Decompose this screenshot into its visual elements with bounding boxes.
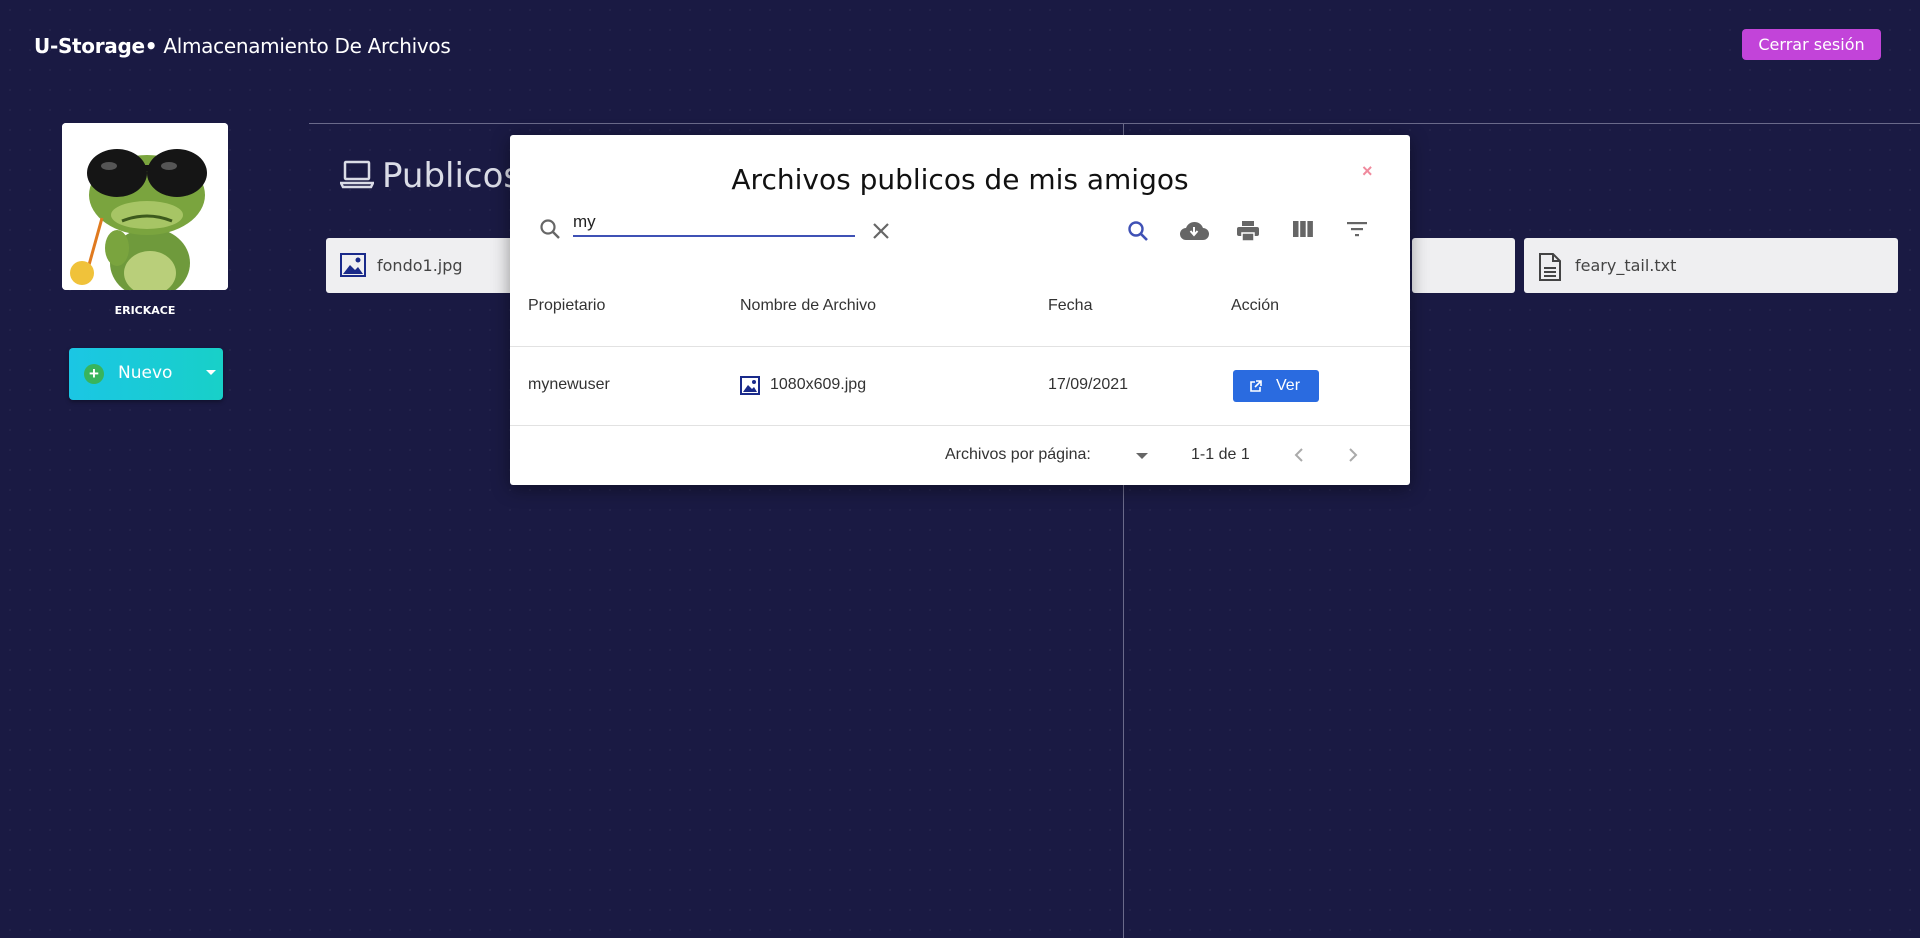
- pagination-range: 1-1 de 1: [1191, 446, 1250, 463]
- cell-owner: mynewuser: [528, 376, 610, 393]
- print-icon[interactable]: [1236, 220, 1260, 242]
- file-card-partial[interactable]: [1412, 238, 1515, 293]
- logout-button[interactable]: Cerrar sesión: [1742, 29, 1881, 60]
- text-file-icon: [1539, 253, 1561, 281]
- row-divider: [510, 346, 1410, 347]
- open-external-icon: [1250, 380, 1262, 392]
- column-header-owner[interactable]: Propietario: [528, 297, 605, 315]
- plus-icon: +: [84, 364, 104, 384]
- modal-title: Archivos publicos de mis amigos: [731, 163, 1189, 196]
- column-header-date[interactable]: Fecha: [1048, 297, 1092, 315]
- section-title: Publicos: [338, 156, 522, 196]
- view-file-label: Ver: [1276, 377, 1301, 394]
- file-card[interactable]: feary_tail.txt: [1524, 238, 1898, 293]
- file-name: fondo1.jpg: [377, 256, 463, 275]
- image-file-icon: [740, 376, 760, 395]
- brand-subtitle: Almacenamiento De Archivos: [163, 34, 451, 58]
- cell-filename: 1080x609.jpg: [770, 376, 867, 393]
- avatar: [62, 123, 228, 290]
- close-icon[interactable]: ×: [1362, 161, 1373, 182]
- chevron-right-icon[interactable]: [1347, 445, 1359, 465]
- search-icon[interactable]: [1127, 220, 1149, 242]
- cloud-download-icon[interactable]: [1179, 220, 1209, 242]
- chevron-down-icon[interactable]: [206, 370, 216, 375]
- chevron-left-icon[interactable]: [1293, 445, 1305, 465]
- clear-icon[interactable]: [872, 222, 890, 240]
- filter-icon[interactable]: [1346, 220, 1368, 238]
- file-name: feary_tail.txt: [1575, 256, 1677, 275]
- view-file-button[interactable]: Ver: [1233, 370, 1319, 402]
- username-label: ERICKACE: [114, 304, 176, 317]
- app-brand: U-Storage• Almacenamiento De Archivos: [34, 34, 451, 58]
- brand-name: U-Storage: [34, 34, 145, 58]
- brand-bullet: •: [144, 34, 158, 58]
- cell-date: 17/09/2021: [1048, 376, 1129, 393]
- column-header-filename[interactable]: Nombre de Archivo: [740, 297, 876, 315]
- view-column-icon[interactable]: [1292, 220, 1314, 238]
- file-card[interactable]: fondo1.jpg: [326, 238, 526, 293]
- search-icon: [540, 219, 560, 239]
- new-button[interactable]: + Nuevo: [69, 348, 223, 400]
- divider-horizontal: [309, 123, 1920, 124]
- table-footer-divider: [510, 425, 1410, 426]
- rows-per-page-label: Archivos por página:: [945, 446, 1091, 463]
- laptop-icon: [338, 160, 376, 189]
- rows-per-page-select[interactable]: [1136, 453, 1148, 459]
- image-file-icon: [340, 253, 366, 277]
- column-header-action: Acción: [1231, 297, 1280, 314]
- search-input[interactable]: [573, 209, 855, 237]
- new-button-label: Nuevo: [118, 363, 173, 383]
- friends-public-files-modal: Archivos publicos de mis amigos × Propie…: [510, 135, 1410, 485]
- section-title-text: Publicos: [382, 156, 522, 196]
